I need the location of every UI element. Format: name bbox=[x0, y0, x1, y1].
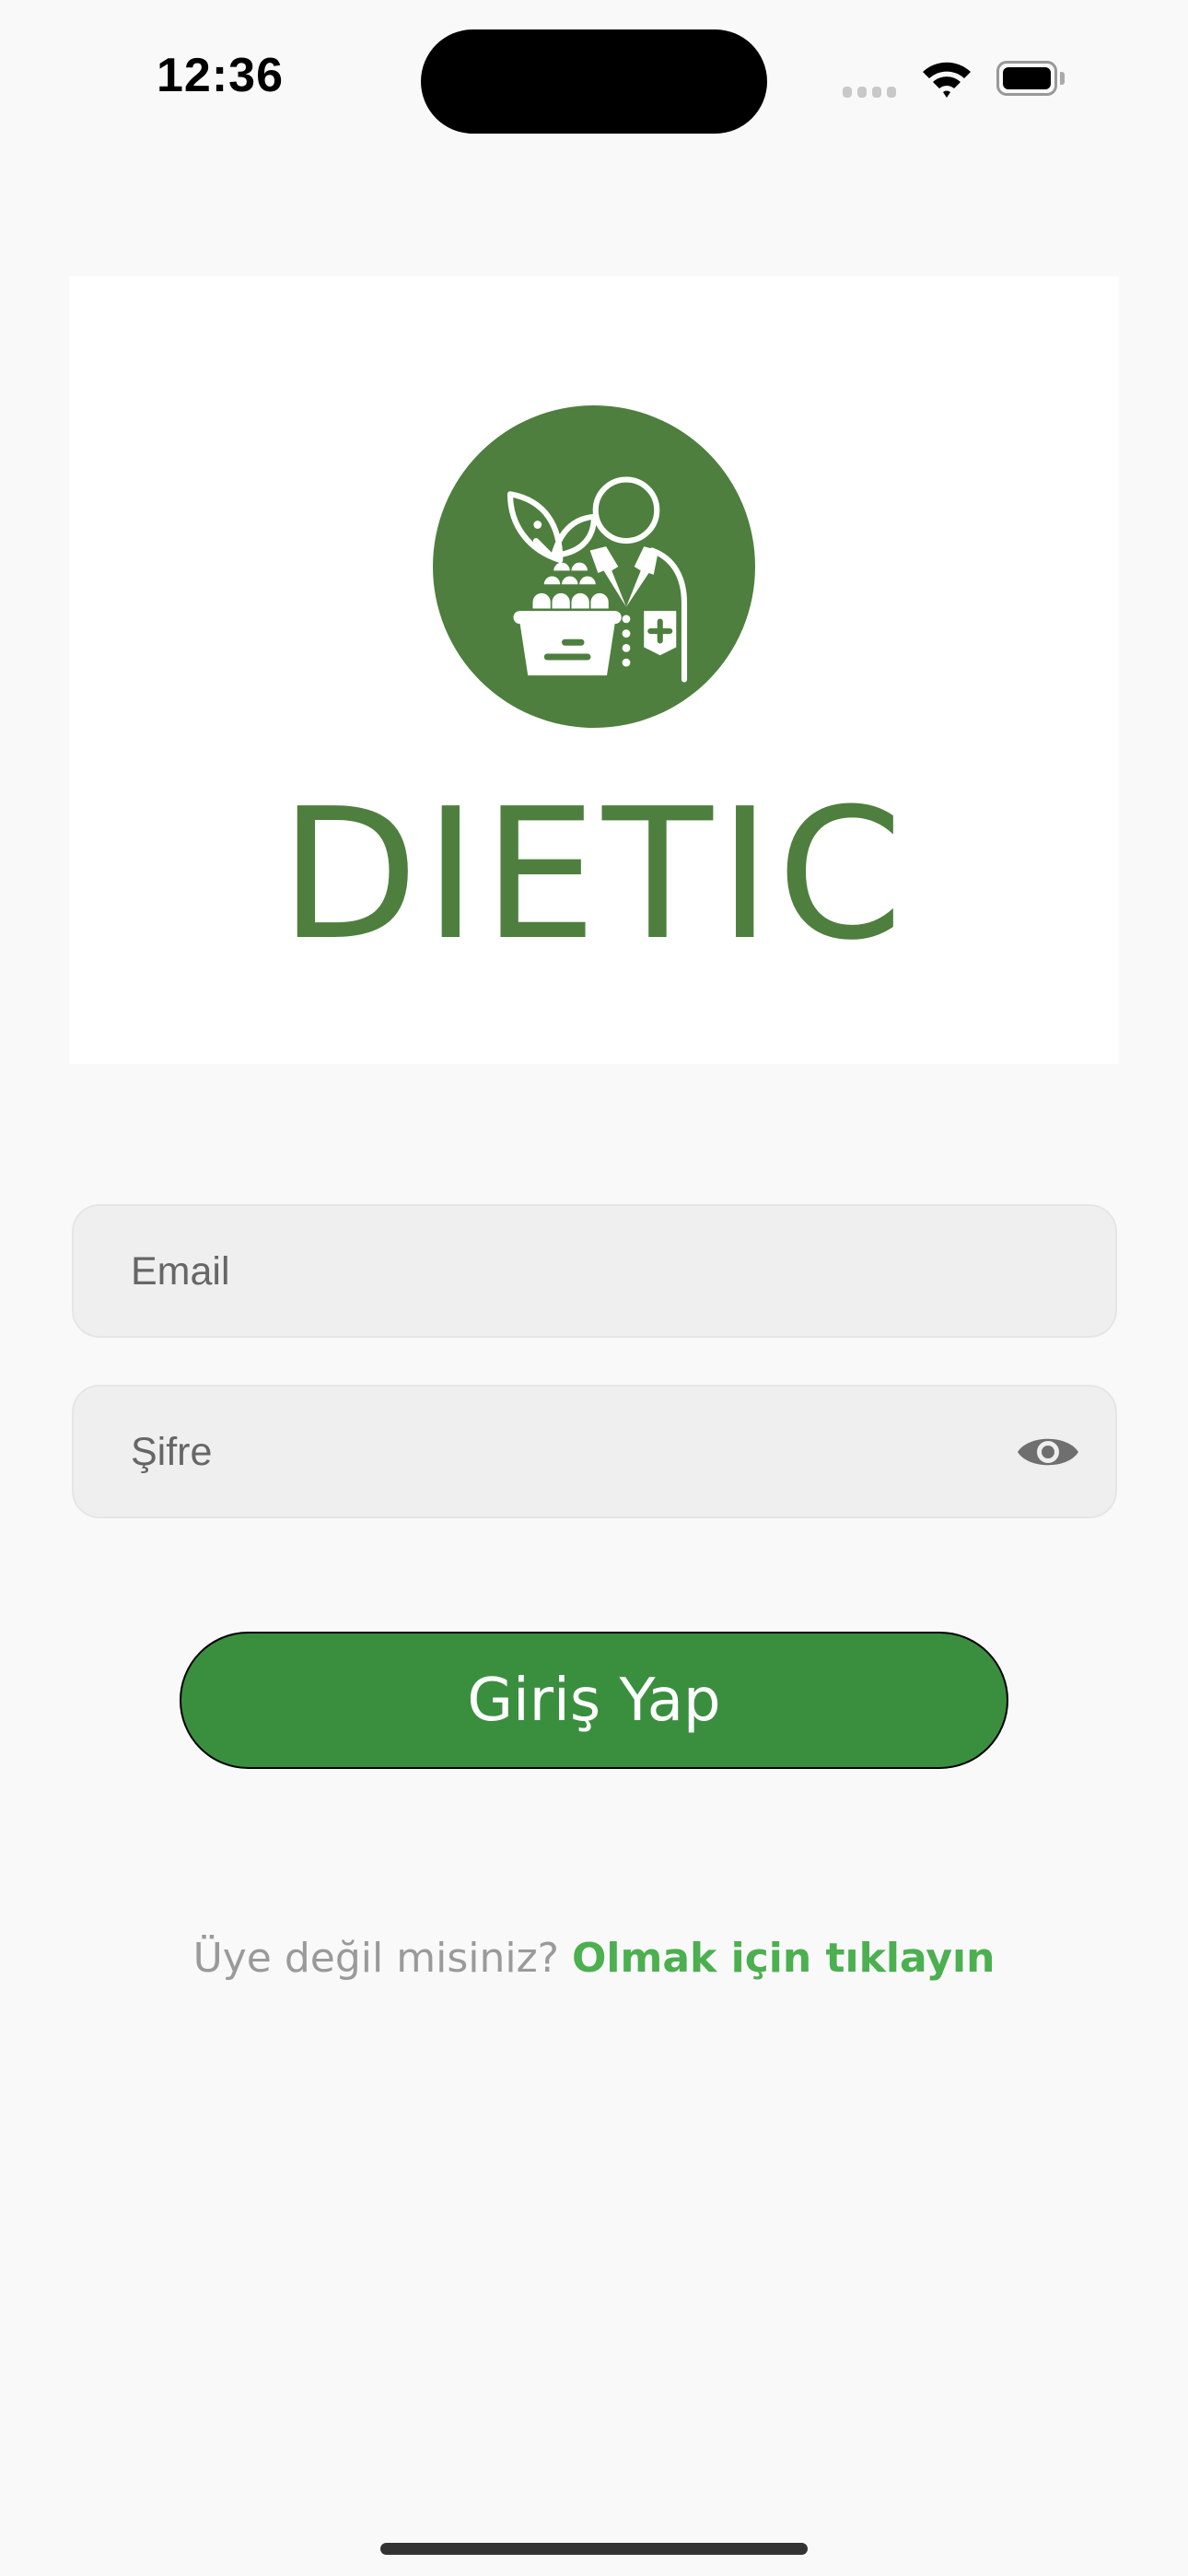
wifi-icon bbox=[923, 62, 971, 98]
battery-icon bbox=[996, 61, 1057, 96]
signup-prompt: Üye değil misiniz? Olmak için tıklayın bbox=[0, 1935, 1188, 1982]
signup-link[interactable]: Olmak için tıklayın bbox=[572, 1935, 995, 1982]
home-indicator[interactable] bbox=[380, 2543, 808, 2555]
brand-name: DIETIC bbox=[279, 770, 909, 980]
password-field[interactable] bbox=[72, 1385, 1117, 1518]
password-input[interactable] bbox=[129, 1387, 961, 1518]
eye-icon[interactable] bbox=[1016, 1429, 1080, 1475]
email-input[interactable] bbox=[129, 1206, 961, 1338]
battery-tip bbox=[1060, 72, 1065, 85]
status-time: 12:36 bbox=[157, 49, 284, 102]
dynamic-island bbox=[421, 29, 767, 134]
email-field[interactable] bbox=[72, 1204, 1117, 1338]
dietitian-icon bbox=[433, 405, 755, 728]
signal-icon bbox=[843, 87, 896, 98]
signup-question: Üye değil misiniz? bbox=[192, 1935, 560, 1982]
login-button[interactable]: Giriş Yap bbox=[180, 1632, 1008, 1769]
